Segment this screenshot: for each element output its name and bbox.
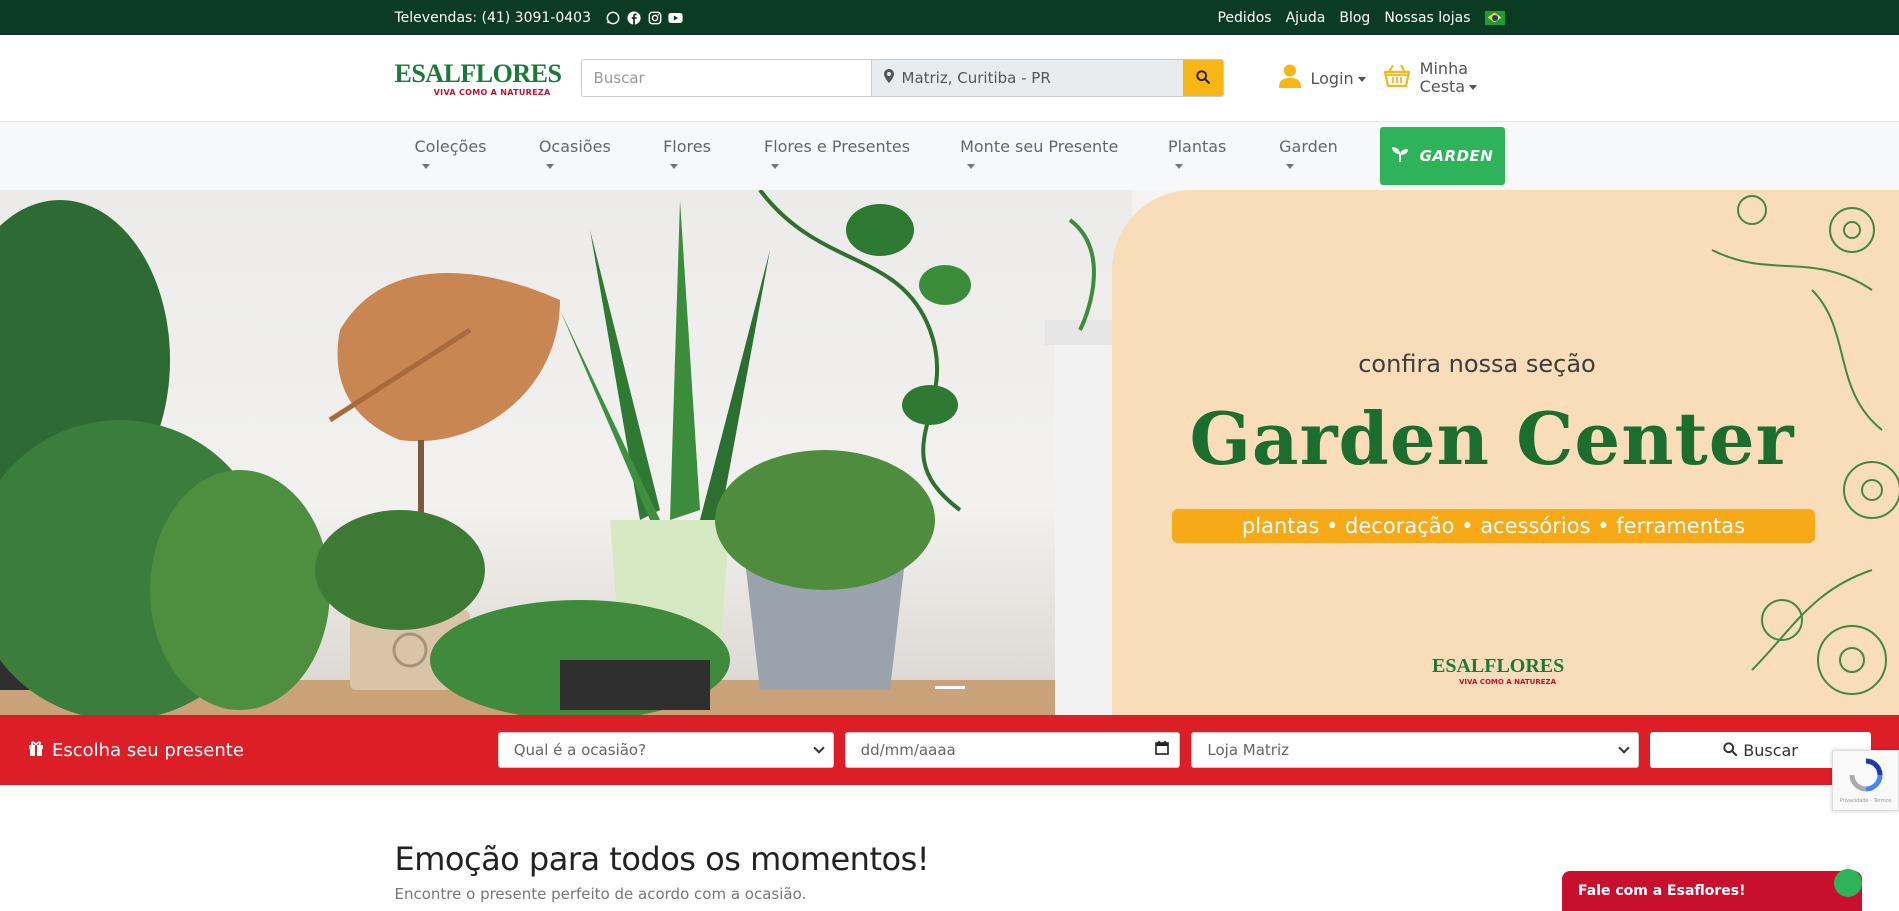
instagram-icon[interactable] (647, 10, 662, 25)
hero-title: Garden Center (1189, 396, 1795, 481)
hero-banner[interactable]: confira nossa seção Garden Center planta… (0, 190, 1899, 715)
recaptcha-badge[interactable]: Privacidade - Termos (1832, 750, 1899, 811)
site-logo[interactable]: ESALFLORES VIVA COMO A NATUREZA (394, 54, 562, 102)
date-input-value: dd/mm/aaaa (860, 741, 956, 759)
youtube-icon[interactable] (668, 10, 683, 25)
hero-categories-bar: plantas • decoração • acessórios • ferra… (1172, 509, 1815, 543)
main-nav: Coleções Ocasiões Flores Flores e Presen… (0, 122, 1899, 190)
cart-label-line2: Cesta (1420, 78, 1477, 96)
nav-item-label: Flores e Presentes (764, 137, 920, 175)
facebook-icon[interactable] (626, 10, 641, 25)
social-links (605, 10, 683, 25)
cart-label: Minha Cesta (1420, 60, 1477, 96)
header: ESALFLORES VIVA COMO A NATUREZA Buscar M… (0, 35, 1899, 122)
basket-icon (1383, 64, 1410, 91)
occasion-select-value: Qual é a ocasião? (513, 741, 647, 759)
gift-search-bar: Escolha seu presente Qual é a ocasião? d… (0, 715, 1899, 785)
brazil-flag-icon[interactable] (1484, 10, 1505, 25)
chat-status-indicator (1834, 869, 1862, 897)
store-select-value: Loja Matriz (1207, 741, 1290, 759)
nav-item-label: Monte seu Presente (960, 137, 1128, 175)
nav-item-label: Plantas (1168, 137, 1239, 175)
garden-button[interactable]: GARDEN (1380, 127, 1505, 185)
location-text: Matriz, Curitiba - PR (901, 69, 1051, 87)
nav-item-label: Coleções (415, 137, 499, 175)
televendas-phone[interactable]: Televendas: (41) 3091-0403 (395, 10, 592, 26)
sprout-icon (1391, 146, 1408, 166)
link-pedidos[interactable]: Pedidos (1217, 10, 1271, 26)
hero-logo-tagline: VIVA COMO A NATUREZA (1459, 678, 1556, 686)
search-icon (1195, 69, 1210, 88)
cart-label-line1: Minha (1419, 59, 1469, 78)
garden-button-label: GARDEN (1419, 147, 1494, 165)
gift-search-button-label: Buscar (1743, 740, 1798, 760)
hero-plants-image (0, 190, 1132, 715)
nav-item-monte-seu-presente[interactable]: Monte seu Presente (940, 122, 1148, 190)
user-icon (1278, 64, 1301, 92)
link-blog[interactable]: Blog (1339, 10, 1370, 26)
date-input[interactable]: dd/mm/aaaa (844, 732, 1181, 768)
section-title: Emoção para todos os momentos! (394, 840, 930, 878)
login-menu[interactable]: Login (1278, 64, 1366, 92)
occasion-select[interactable]: Qual é a ocasião? (497, 732, 834, 768)
nav-item-label: Flores (663, 137, 724, 175)
nav-item-garden[interactable]: Garden (1259, 122, 1370, 190)
nav-item-label: Ocasiões (539, 137, 623, 175)
hero-logo-brand: ESALFLORES (1432, 655, 1565, 677)
nav-item-flores[interactable]: Flores (643, 122, 744, 190)
search-icon (1723, 741, 1738, 760)
hero-text: confira nossa seção Garden Center planta… (1172, 350, 1815, 543)
store-select[interactable]: Loja Matriz (1191, 732, 1640, 768)
nav-item-colecoes[interactable]: Coleções (395, 122, 519, 190)
search-bar: Buscar Matriz, Curitiba - PR (580, 59, 1224, 97)
chat-widget-label: Fale com a Esaflores! (1578, 883, 1746, 899)
topbar: Televendas: (41) 3091-0403 Pedidos Ajuda… (0, 0, 1899, 35)
recaptcha-icon (1849, 758, 1883, 796)
whatsapp-icon[interactable] (605, 10, 620, 25)
gift-search-label-text: Escolha seu presente (52, 739, 244, 761)
hero-subtitle: confira nossa seção (1358, 350, 1596, 378)
chevron-down-icon (1618, 742, 1630, 754)
nav-item-ocasioes[interactable]: Ocasiões (519, 122, 643, 190)
login-label: Login (1311, 69, 1366, 88)
map-marker-icon (883, 69, 894, 87)
chevron-down-icon (812, 742, 825, 754)
search-input[interactable]: Buscar (582, 60, 872, 96)
nav-item-label: Garden (1279, 137, 1350, 175)
nav-item-plantas[interactable]: Plantas (1148, 122, 1259, 190)
carousel-indicator[interactable] (935, 686, 965, 689)
nav-item-flores-e-presentes[interactable]: Flores e Presentes (744, 122, 940, 190)
gift-icon (28, 740, 44, 761)
search-button[interactable] (1182, 60, 1223, 96)
link-nossas-lojas[interactable]: Nossas lojas (1384, 10, 1470, 26)
location-selector[interactable]: Matriz, Curitiba - PR (871, 60, 1183, 96)
cart-menu[interactable]: Minha Cesta (1383, 60, 1477, 96)
gift-search-label: Escolha seu presente (28, 740, 498, 761)
logo-tagline: VIVA COMO A NATUREZA (433, 87, 551, 97)
logo-brand: ESALFLORES (394, 58, 562, 88)
chat-widget[interactable]: Fale com a Esaflores! (1562, 871, 1862, 911)
recaptcha-label: Privacidade - Termos (1839, 797, 1892, 804)
calendar-icon[interactable] (1155, 741, 1170, 759)
section-subtitle: Encontre o presente perfeito de acordo c… (394, 885, 807, 903)
hero-logo: ESALFLORES VIVA COMO A NATUREZA (1432, 655, 1565, 686)
link-ajuda[interactable]: Ajuda (1286, 10, 1326, 26)
